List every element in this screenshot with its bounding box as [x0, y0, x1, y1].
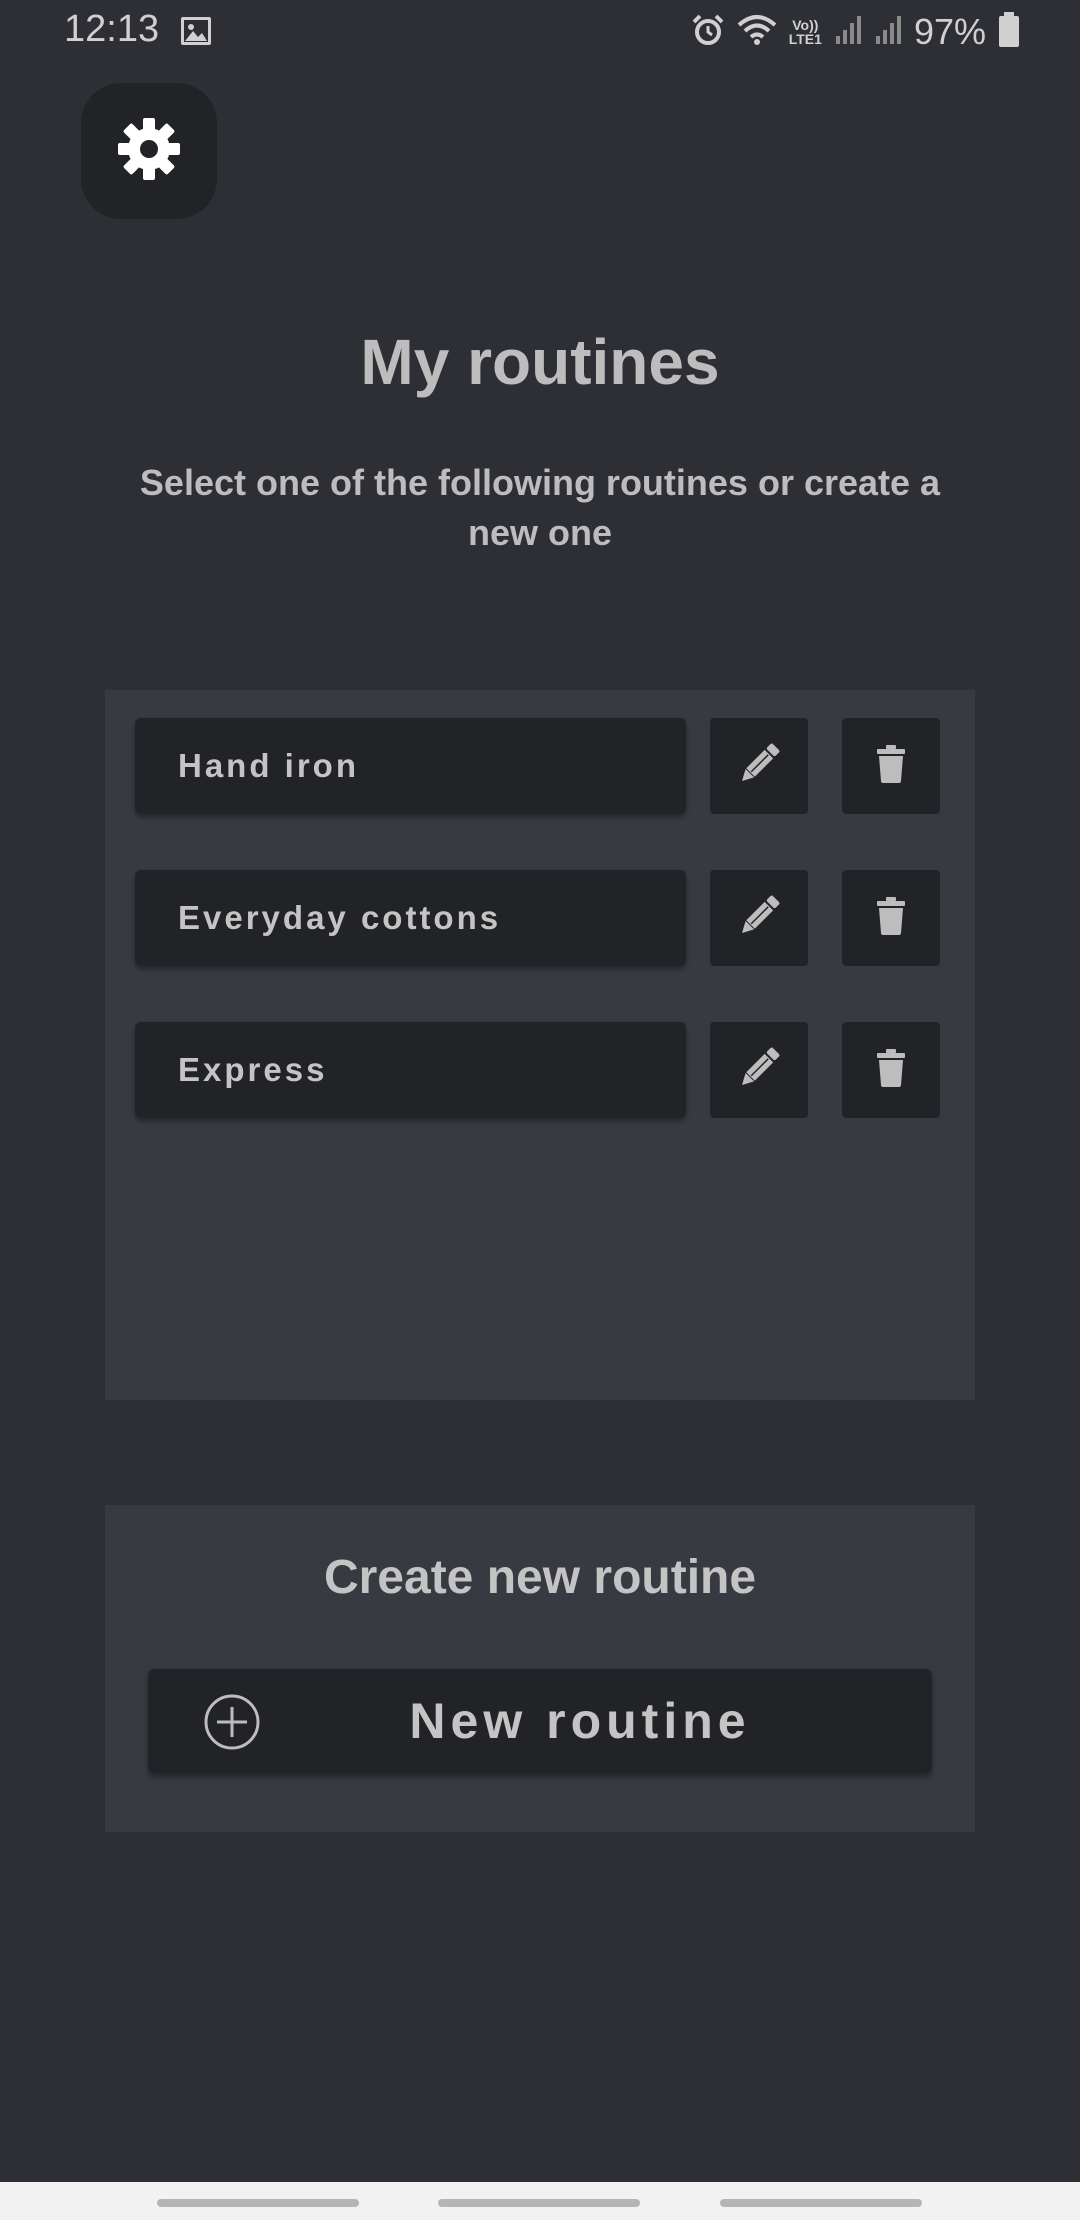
routine-row: Everyday cottons	[135, 870, 945, 966]
signal-icon-2	[874, 14, 902, 51]
pencil-icon	[737, 1046, 781, 1095]
new-routine-label: New routine	[409, 1693, 751, 1749]
delete-routine-button[interactable]	[842, 1022, 940, 1118]
trash-icon	[876, 896, 906, 940]
pencil-icon	[737, 742, 781, 791]
status-icons: Vo)) LTE1 97%	[691, 10, 1020, 54]
battery-percent: 97%	[913, 11, 986, 52]
battery-icon	[998, 11, 1020, 53]
delete-routine-button[interactable]	[842, 718, 940, 814]
lte-label: LTE1	[788, 31, 822, 47]
new-routine-button[interactable]: New routine	[148, 1669, 932, 1773]
nav-back-handle[interactable]	[720, 2199, 922, 2207]
gesture-navigation-bar	[0, 2182, 1080, 2220]
trash-icon	[876, 744, 906, 788]
signal-icon	[834, 14, 862, 51]
settings-button[interactable]	[81, 83, 217, 219]
edit-routine-button[interactable]	[710, 1022, 808, 1118]
lte-indicator: Vo)) LTE1	[789, 18, 822, 46]
routine-row: Express	[135, 1022, 945, 1118]
trash-icon	[876, 1048, 906, 1092]
routine-row: Hand iron	[135, 718, 945, 814]
page-title: My routines	[360, 326, 720, 398]
nav-recents-handle[interactable]	[157, 2199, 359, 2207]
wifi-icon	[737, 13, 777, 52]
gear-icon	[116, 116, 182, 187]
edit-routine-button[interactable]	[710, 718, 808, 814]
gallery-notification-icon	[180, 16, 212, 51]
edit-routine-button[interactable]	[710, 870, 808, 966]
alarm-icon	[691, 13, 725, 52]
routine-list: Hand iron Everyday cottons Express	[105, 690, 975, 1400]
volte-label: Vo))	[792, 17, 819, 33]
routine-name-button[interactable]: Hand iron	[135, 718, 686, 814]
create-routine-title: Create new routine	[323, 1551, 757, 1604]
create-routine-panel: Create new routine New routine	[105, 1505, 975, 1832]
delete-routine-button[interactable]	[842, 870, 940, 966]
pencil-icon	[737, 894, 781, 943]
routine-name-button[interactable]: Express	[135, 1022, 686, 1118]
nav-home-handle[interactable]	[438, 2199, 640, 2207]
page-subtitle: Select one of the following routines or …	[139, 462, 941, 553]
status-time: 12:13	[64, 8, 160, 50]
status-bar: 12:13 Vo)) LTE1 97%	[0, 0, 1080, 64]
routine-name-button[interactable]: Everyday cottons	[135, 870, 686, 966]
